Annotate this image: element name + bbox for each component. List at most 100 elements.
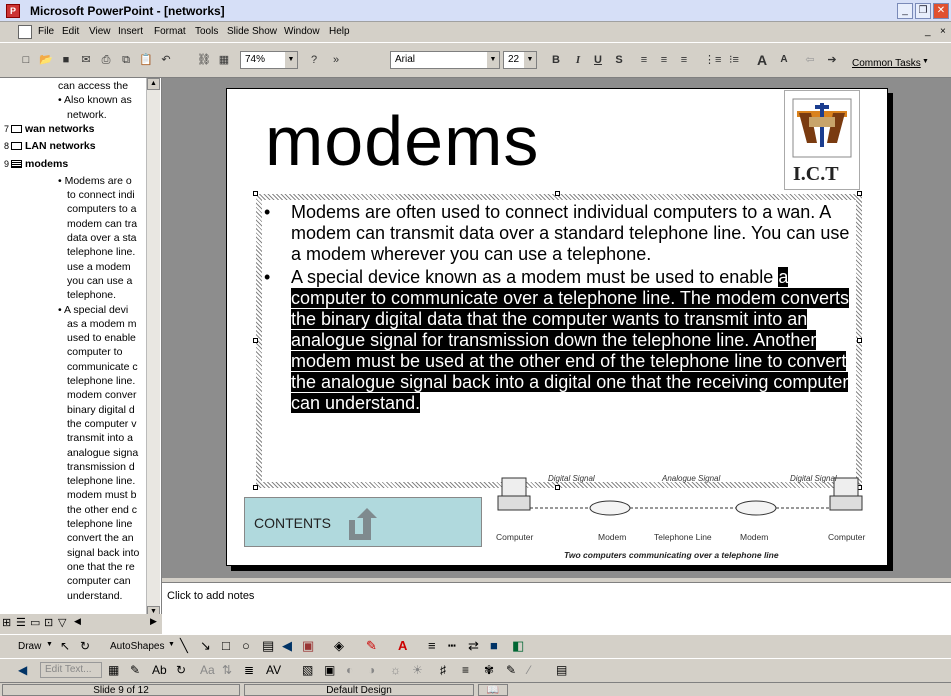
outline-text-line[interactable]: computer can: [67, 575, 131, 587]
outline-text-line[interactable]: the other end c: [67, 504, 137, 516]
reset-picture-icon[interactable]: ▤: [556, 663, 567, 677]
minimize-icon[interactable]: _: [897, 3, 913, 19]
slide-sorter-icon[interactable]: ⊡: [44, 616, 53, 629]
slide-show-icon[interactable]: ▽: [58, 616, 66, 629]
insert-picture-icon[interactable]: ▧: [302, 663, 313, 677]
rotate-icon[interactable]: ↻: [176, 663, 186, 677]
outline-text-line[interactable]: can access the: [58, 80, 128, 92]
outline-text-line[interactable]: telephone line.: [67, 475, 135, 487]
outline-text-line[interactable]: data over a sta: [67, 232, 136, 244]
chevron-down-icon[interactable]: ▼: [487, 52, 499, 68]
autoshapes-menu[interactable]: AutoShapes: [110, 641, 165, 652]
inner-minimize-icon[interactable]: _: [925, 26, 931, 37]
outline-slide-title[interactable]: 8 LAN networks: [4, 140, 96, 152]
chevron-down-icon[interactable]: ▼: [524, 52, 536, 68]
oval-icon[interactable]: ○: [242, 638, 250, 653]
new-icon[interactable]: □: [18, 52, 34, 68]
table-icon[interactable]: ▦: [216, 52, 232, 68]
resize-handle[interactable]: [555, 191, 560, 196]
outline-text-line[interactable]: transmit into a: [67, 432, 133, 444]
more-brightness-icon[interactable]: ☼: [390, 663, 401, 677]
numbering-icon[interactable]: ⋮≡: [704, 52, 721, 68]
menu-format[interactable]: Format: [154, 26, 186, 37]
outline-text-line[interactable]: signal back into: [67, 547, 139, 559]
align-right-icon[interactable]: ≡: [676, 52, 692, 68]
outline-text-line[interactable]: you can use a: [67, 275, 132, 287]
scroll-up-icon[interactable]: ▲: [147, 78, 160, 90]
notes-placeholder[interactable]: Click to add notes: [167, 590, 254, 602]
outline-pane[interactable]: can access the • Also known as network. 7 wa…: [0, 78, 162, 614]
body-text[interactable]: • Modems are often used to connect indiv…: [264, 202, 854, 414]
outline-text-line[interactable]: analogue signa: [67, 447, 138, 459]
fill-color-icon[interactable]: ◈: [334, 638, 344, 654]
menu-view[interactable]: View: [89, 26, 111, 37]
resize-handle[interactable]: [253, 338, 258, 343]
outline-text-line[interactable]: telephone line: [67, 518, 132, 530]
same-height-icon[interactable]: Aa: [200, 663, 215, 677]
undo-icon[interactable]: ↶: [158, 52, 174, 68]
outline-text-line[interactable]: the computer v: [67, 418, 136, 430]
outline-text-line[interactable]: telephone line.: [67, 375, 135, 387]
outline-slide-title[interactable]: 7 wan networks: [4, 123, 94, 135]
notes-pane[interactable]: [162, 582, 951, 634]
dash-style-icon[interactable]: ┅: [448, 638, 456, 654]
outline-view-icon[interactable]: ☰: [16, 616, 26, 629]
promote-icon[interactable]: ⇦: [802, 52, 818, 68]
set-transparent-icon[interactable]: ⁄: [528, 663, 530, 677]
inner-close-icon[interactable]: ×: [940, 26, 946, 37]
bullets-icon[interactable]: ⁝≡: [726, 52, 742, 68]
scroll-right-icon[interactable]: ▶: [150, 616, 157, 627]
less-brightness-icon[interactable]: ☀: [412, 663, 423, 677]
menu-slide-show[interactable]: Slide Show: [227, 26, 277, 37]
align-left-icon[interactable]: ≡: [636, 52, 652, 68]
image-control-icon[interactable]: ▣: [324, 663, 335, 677]
outline-slide-title[interactable]: 9 modems: [4, 158, 68, 170]
resize-handle[interactable]: [253, 191, 258, 196]
menu-window[interactable]: Window: [284, 26, 320, 37]
menu-tools[interactable]: Tools: [195, 26, 218, 37]
bold-button[interactable]: B: [548, 52, 564, 68]
font-size-select[interactable]: 22 ▼: [503, 51, 537, 69]
recolor-icon[interactable]: ✾: [484, 663, 494, 677]
outline-text-line[interactable]: telephone.: [67, 289, 116, 301]
outline-text-line[interactable]: as a modem m: [67, 318, 136, 330]
increase-font-button[interactable]: A: [754, 52, 770, 68]
draw-menu[interactable]: Draw: [18, 641, 41, 652]
outline-text-line[interactable]: modem conver: [67, 389, 136, 401]
chevron-down-icon[interactable]: ▼: [922, 58, 929, 65]
line-color-icon[interactable]: ✎: [366, 638, 377, 654]
menu-help[interactable]: Help: [329, 26, 350, 37]
spacing-icon[interactable]: AV: [266, 663, 281, 677]
outline-text-line[interactable]: modem can tra: [67, 218, 137, 230]
italic-button[interactable]: I: [570, 52, 586, 68]
chevron-down-icon[interactable]: ▼: [285, 52, 297, 68]
outline-text-line[interactable]: modem must b: [67, 489, 136, 501]
wordart-shape-icon[interactable]: Ab: [152, 663, 167, 677]
shadow-icon[interactable]: ■: [490, 638, 498, 653]
format-wordart-icon[interactable]: ✎: [130, 663, 140, 677]
close-icon[interactable]: ✕: [933, 3, 949, 19]
resize-handle[interactable]: [857, 191, 862, 196]
outline-text-line[interactable]: used to enable: [67, 332, 136, 344]
outline-scrollbar[interactable]: ▲ ▼: [146, 78, 160, 618]
font-color-icon[interactable]: A: [398, 638, 407, 653]
menu-insert[interactable]: Insert: [118, 26, 143, 37]
align-center-icon[interactable]: ≡: [656, 52, 672, 68]
zoom-select[interactable]: 74% ▼: [240, 51, 298, 69]
outline-text-line[interactable]: convert the an: [67, 532, 134, 544]
line-style-icon[interactable]: ≡: [462, 663, 469, 677]
vertical-text-icon[interactable]: ⇅: [222, 663, 232, 677]
outline-text-line[interactable]: understand.: [67, 590, 122, 602]
outline-text-line[interactable]: one that the re: [67, 561, 135, 573]
chevron-down-icon[interactable]: ▼: [46, 641, 53, 648]
free-rotate-icon[interactable]: ↻: [80, 639, 90, 653]
arrow-icon[interactable]: ↘: [200, 638, 211, 654]
arrow-style-icon[interactable]: ⇄: [468, 638, 479, 654]
more-buttons-icon[interactable]: »: [328, 52, 344, 68]
shadow-button[interactable]: S: [611, 52, 627, 68]
rectangle-icon[interactable]: □: [222, 638, 230, 653]
slide-view-icon[interactable]: ▭: [30, 616, 40, 629]
crop-icon[interactable]: ♯: [440, 663, 446, 677]
email-icon[interactable]: ✉: [78, 52, 94, 68]
line-style-icon[interactable]: ≡: [428, 638, 436, 653]
